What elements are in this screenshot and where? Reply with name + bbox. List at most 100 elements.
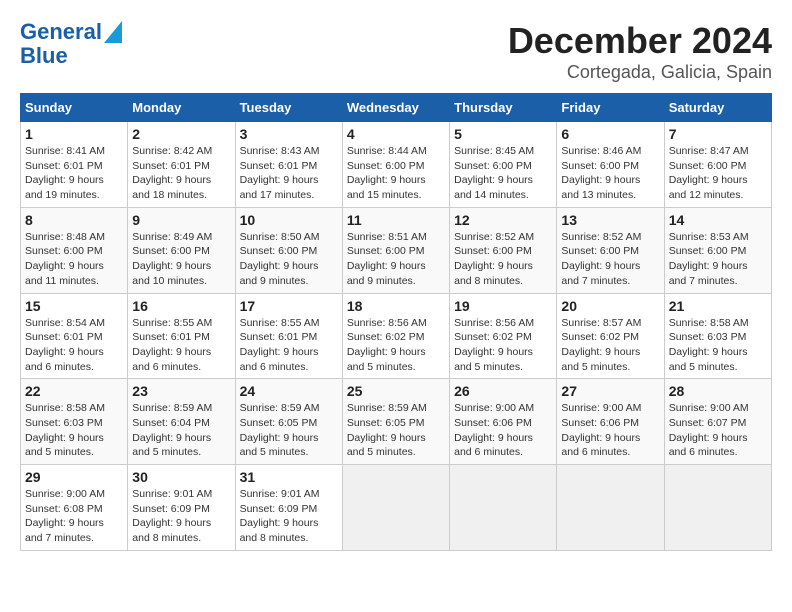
day-number: 30 — [132, 469, 230, 485]
day-info: Sunrise: 8:43 AM Sunset: 6:01 PM Dayligh… — [240, 144, 338, 203]
day-number: 17 — [240, 298, 338, 314]
day-number: 4 — [347, 126, 445, 142]
day-info: Sunrise: 8:51 AM Sunset: 6:00 PM Dayligh… — [347, 230, 445, 289]
day-number: 12 — [454, 212, 552, 228]
day-info: Sunrise: 8:41 AM Sunset: 6:01 PM Dayligh… — [25, 144, 123, 203]
day-number: 20 — [561, 298, 659, 314]
calendar-cell: 14 Sunrise: 8:53 AM Sunset: 6:00 PM Dayl… — [664, 207, 771, 293]
day-info: Sunrise: 9:00 AM Sunset: 6:06 PM Dayligh… — [561, 401, 659, 460]
day-number: 29 — [25, 469, 123, 485]
header-thursday: Thursday — [450, 94, 557, 122]
calendar-cell: 4 Sunrise: 8:44 AM Sunset: 6:00 PM Dayli… — [342, 122, 449, 208]
day-number: 25 — [347, 383, 445, 399]
calendar-cell: 27 Sunrise: 9:00 AM Sunset: 6:06 PM Dayl… — [557, 379, 664, 465]
logo-text-blue: Blue — [20, 44, 68, 68]
header-monday: Monday — [128, 94, 235, 122]
page-header: General Blue December 2024 Cortegada, Ga… — [20, 20, 772, 83]
day-number: 14 — [669, 212, 767, 228]
day-info: Sunrise: 8:49 AM Sunset: 6:00 PM Dayligh… — [132, 230, 230, 289]
page-title: December 2024 — [508, 20, 772, 62]
calendar-cell: 10 Sunrise: 8:50 AM Sunset: 6:00 PM Dayl… — [235, 207, 342, 293]
day-number: 28 — [669, 383, 767, 399]
day-number: 13 — [561, 212, 659, 228]
day-info: Sunrise: 8:57 AM Sunset: 6:02 PM Dayligh… — [561, 316, 659, 375]
calendar-cell: 21 Sunrise: 8:58 AM Sunset: 6:03 PM Dayl… — [664, 293, 771, 379]
calendar-week-4: 22 Sunrise: 8:58 AM Sunset: 6:03 PM Dayl… — [21, 379, 772, 465]
calendar-cell: 5 Sunrise: 8:45 AM Sunset: 6:00 PM Dayli… — [450, 122, 557, 208]
day-info: Sunrise: 8:56 AM Sunset: 6:02 PM Dayligh… — [347, 316, 445, 375]
calendar-cell: 18 Sunrise: 8:56 AM Sunset: 6:02 PM Dayl… — [342, 293, 449, 379]
day-info: Sunrise: 8:52 AM Sunset: 6:00 PM Dayligh… — [561, 230, 659, 289]
day-number: 16 — [132, 298, 230, 314]
header-sunday: Sunday — [21, 94, 128, 122]
header-tuesday: Tuesday — [235, 94, 342, 122]
day-number: 27 — [561, 383, 659, 399]
day-info: Sunrise: 8:45 AM Sunset: 6:00 PM Dayligh… — [454, 144, 552, 203]
day-number: 26 — [454, 383, 552, 399]
header-friday: Friday — [557, 94, 664, 122]
calendar-cell: 8 Sunrise: 8:48 AM Sunset: 6:00 PM Dayli… — [21, 207, 128, 293]
calendar-cell: 1 Sunrise: 8:41 AM Sunset: 6:01 PM Dayli… — [21, 122, 128, 208]
day-info: Sunrise: 9:00 AM Sunset: 6:07 PM Dayligh… — [669, 401, 767, 460]
day-info: Sunrise: 8:58 AM Sunset: 6:03 PM Dayligh… — [669, 316, 767, 375]
day-info: Sunrise: 8:59 AM Sunset: 6:04 PM Dayligh… — [132, 401, 230, 460]
calendar-week-3: 15 Sunrise: 8:54 AM Sunset: 6:01 PM Dayl… — [21, 293, 772, 379]
calendar-cell — [557, 465, 664, 551]
day-number: 2 — [132, 126, 230, 142]
day-number: 3 — [240, 126, 338, 142]
calendar-week-1: 1 Sunrise: 8:41 AM Sunset: 6:01 PM Dayli… — [21, 122, 772, 208]
day-info: Sunrise: 8:48 AM Sunset: 6:00 PM Dayligh… — [25, 230, 123, 289]
day-number: 22 — [25, 383, 123, 399]
day-info: Sunrise: 8:56 AM Sunset: 6:02 PM Dayligh… — [454, 316, 552, 375]
day-number: 24 — [240, 383, 338, 399]
day-info: Sunrise: 9:00 AM Sunset: 6:06 PM Dayligh… — [454, 401, 552, 460]
calendar-cell: 2 Sunrise: 8:42 AM Sunset: 6:01 PM Dayli… — [128, 122, 235, 208]
page-subtitle: Cortegada, Galicia, Spain — [508, 62, 772, 83]
calendar-cell: 3 Sunrise: 8:43 AM Sunset: 6:01 PM Dayli… — [235, 122, 342, 208]
calendar-cell: 6 Sunrise: 8:46 AM Sunset: 6:00 PM Dayli… — [557, 122, 664, 208]
header-wednesday: Wednesday — [342, 94, 449, 122]
calendar-cell — [450, 465, 557, 551]
calendar-cell: 9 Sunrise: 8:49 AM Sunset: 6:00 PM Dayli… — [128, 207, 235, 293]
title-block: December 2024 Cortegada, Galicia, Spain — [508, 20, 772, 83]
day-number: 5 — [454, 126, 552, 142]
day-info: Sunrise: 8:59 AM Sunset: 6:05 PM Dayligh… — [240, 401, 338, 460]
header-saturday: Saturday — [664, 94, 771, 122]
calendar-cell: 19 Sunrise: 8:56 AM Sunset: 6:02 PM Dayl… — [450, 293, 557, 379]
day-number: 11 — [347, 212, 445, 228]
calendar-cell: 25 Sunrise: 8:59 AM Sunset: 6:05 PM Dayl… — [342, 379, 449, 465]
day-number: 7 — [669, 126, 767, 142]
day-info: Sunrise: 8:52 AM Sunset: 6:00 PM Dayligh… — [454, 230, 552, 289]
day-number: 9 — [132, 212, 230, 228]
calendar-week-2: 8 Sunrise: 8:48 AM Sunset: 6:00 PM Dayli… — [21, 207, 772, 293]
day-info: Sunrise: 9:01 AM Sunset: 6:09 PM Dayligh… — [132, 487, 230, 546]
calendar-cell: 30 Sunrise: 9:01 AM Sunset: 6:09 PM Dayl… — [128, 465, 235, 551]
calendar-cell: 26 Sunrise: 9:00 AM Sunset: 6:06 PM Dayl… — [450, 379, 557, 465]
day-number: 10 — [240, 212, 338, 228]
day-number: 21 — [669, 298, 767, 314]
calendar-cell — [664, 465, 771, 551]
day-info: Sunrise: 8:47 AM Sunset: 6:00 PM Dayligh… — [669, 144, 767, 203]
calendar-cell: 24 Sunrise: 8:59 AM Sunset: 6:05 PM Dayl… — [235, 379, 342, 465]
calendar-cell: 13 Sunrise: 8:52 AM Sunset: 6:00 PM Dayl… — [557, 207, 664, 293]
day-info: Sunrise: 9:00 AM Sunset: 6:08 PM Dayligh… — [25, 487, 123, 546]
calendar-cell: 29 Sunrise: 9:00 AM Sunset: 6:08 PM Dayl… — [21, 465, 128, 551]
calendar-cell: 20 Sunrise: 8:57 AM Sunset: 6:02 PM Dayl… — [557, 293, 664, 379]
day-number: 31 — [240, 469, 338, 485]
calendar-cell: 28 Sunrise: 9:00 AM Sunset: 6:07 PM Dayl… — [664, 379, 771, 465]
day-info: Sunrise: 8:53 AM Sunset: 6:00 PM Dayligh… — [669, 230, 767, 289]
day-number: 8 — [25, 212, 123, 228]
calendar-cell: 16 Sunrise: 8:55 AM Sunset: 6:01 PM Dayl… — [128, 293, 235, 379]
day-info: Sunrise: 8:44 AM Sunset: 6:00 PM Dayligh… — [347, 144, 445, 203]
calendar-table: Sunday Monday Tuesday Wednesday Thursday… — [20, 93, 772, 551]
day-number: 1 — [25, 126, 123, 142]
day-info: Sunrise: 8:50 AM Sunset: 6:00 PM Dayligh… — [240, 230, 338, 289]
logo-text-general: General — [20, 20, 102, 44]
day-info: Sunrise: 8:58 AM Sunset: 6:03 PM Dayligh… — [25, 401, 123, 460]
day-info: Sunrise: 8:55 AM Sunset: 6:01 PM Dayligh… — [132, 316, 230, 375]
calendar-cell: 15 Sunrise: 8:54 AM Sunset: 6:01 PM Dayl… — [21, 293, 128, 379]
day-info: Sunrise: 8:42 AM Sunset: 6:01 PM Dayligh… — [132, 144, 230, 203]
day-info: Sunrise: 9:01 AM Sunset: 6:09 PM Dayligh… — [240, 487, 338, 546]
day-number: 23 — [132, 383, 230, 399]
day-info: Sunrise: 8:59 AM Sunset: 6:05 PM Dayligh… — [347, 401, 445, 460]
